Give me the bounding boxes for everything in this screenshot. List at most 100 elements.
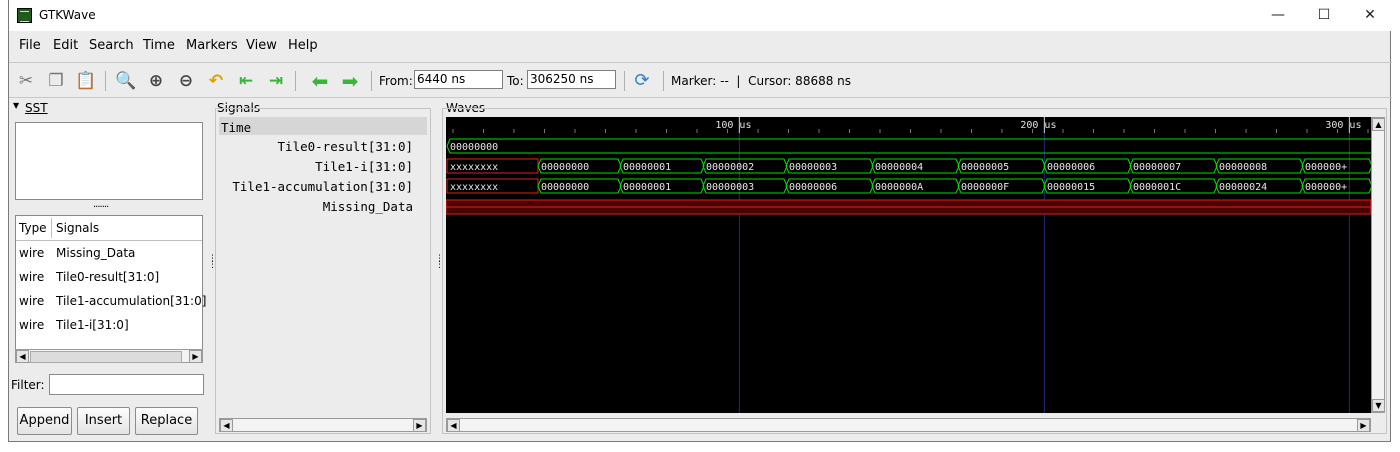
replace-button[interactable]: Replace xyxy=(135,407,198,435)
bus-waveform xyxy=(446,138,1371,154)
marker-cursor-status: Marker: -- | Cursor: 88688 ns xyxy=(671,74,852,88)
sst-label: SST xyxy=(25,101,48,115)
waveform-svg[interactable]: 100 us 200 us 300 us 00000000 xxxxxxxx 000000… xyxy=(446,117,1371,413)
bus-value-label: 00000001 xyxy=(623,182,671,193)
app-icon xyxy=(17,8,32,23)
maximize-button[interactable]: ☐ xyxy=(1301,0,1347,31)
reload-icon[interactable]: ⟳ xyxy=(631,70,653,92)
menu-file[interactable]: File xyxy=(19,38,41,53)
bus-value-label: 00000015 xyxy=(1047,182,1095,193)
scroll-right-icon[interactable]: ▶ xyxy=(189,350,202,363)
sst-signal-table: Type Signals wire Missing_Data wire Tile… xyxy=(15,215,206,350)
toolbar-separator xyxy=(371,71,372,91)
pane-grip[interactable]: ....... xyxy=(93,199,109,210)
close-button[interactable]: ✕ xyxy=(1347,0,1393,31)
bus-value-label: 000000+ xyxy=(1305,182,1347,193)
toolbar-separator xyxy=(295,71,296,91)
cut-icon[interactable]: ✂ xyxy=(15,70,37,92)
scroll-left-icon[interactable]: ◀ xyxy=(16,350,29,363)
scroll-right-icon[interactable]: ▶ xyxy=(413,419,426,432)
filter-input[interactable] xyxy=(49,374,204,395)
toolbar-separator xyxy=(105,71,106,91)
zoom-out-icon[interactable]: ⊖ xyxy=(175,70,197,92)
to-input[interactable]: 306250 ns xyxy=(527,70,616,89)
window-title: GTKWave xyxy=(39,8,96,22)
bus-value-label: 0000000F xyxy=(961,182,1009,193)
paste-icon[interactable]: 📋 xyxy=(75,70,97,92)
bus-value-label: 00000005 xyxy=(961,162,1009,173)
time-header: Time xyxy=(221,120,252,135)
minimize-button[interactable]: — xyxy=(1255,0,1301,31)
to-label: To: xyxy=(507,74,524,88)
zoom-in-icon[interactable]: ⊕ xyxy=(145,70,167,92)
ruler-tick-label: 200 us xyxy=(1020,120,1056,131)
sst-tree[interactable] xyxy=(15,122,203,200)
table-row[interactable]: wire xyxy=(19,318,44,332)
table-row[interactable]: Tile1-accumulation[31:0] xyxy=(56,294,206,308)
bus-value-label: 00000006 xyxy=(1047,162,1095,173)
table-row[interactable]: Tile0-result[31:0] xyxy=(56,270,159,284)
bus-value-label: 00000024 xyxy=(1219,182,1267,193)
type-column-header[interactable]: Type xyxy=(19,221,47,235)
menu-bar: File Edit Search Time Markers View Help xyxy=(9,34,1392,56)
bus-value-label: 00000000 xyxy=(541,162,589,173)
zoom-to-start-icon[interactable]: ⇤ xyxy=(235,70,257,92)
signal-row[interactable]: Tile1-accumulation[31:0] xyxy=(232,179,413,194)
menu-help[interactable]: Help xyxy=(288,38,318,53)
title-bar: GTKWave — ☐ ✕ xyxy=(9,0,1392,31)
table-row[interactable]: Missing_Data xyxy=(56,246,135,260)
scroll-up-icon[interactable]: ▲ xyxy=(1372,118,1385,131)
left-arrow-icon[interactable]: ⬅ xyxy=(309,70,331,92)
table-row[interactable]: wire xyxy=(19,246,44,260)
table-row[interactable]: Tile1-i[31:0] xyxy=(56,318,129,332)
bus-value-label: 0000001C xyxy=(1133,182,1181,193)
bus-value-label: 000000+ xyxy=(1305,162,1347,173)
menu-search[interactable]: Search xyxy=(89,38,134,53)
from-input[interactable]: 6440 ns xyxy=(414,70,503,89)
waves-horizontal-scrollbar[interactable]: ◀ ▶ xyxy=(446,418,1371,432)
insert-button[interactable]: Insert xyxy=(77,407,130,435)
bus-value-label: xxxxxxxx xyxy=(450,182,498,193)
bus-value-label: 00000004 xyxy=(875,162,923,173)
bus-value-label: 00000000 xyxy=(541,182,589,193)
menu-markers[interactable]: Markers xyxy=(186,38,238,53)
bus-value-label: 00000001 xyxy=(623,162,671,173)
table-header: Type Signals xyxy=(16,216,202,241)
scroll-down-icon[interactable]: ▼ xyxy=(1372,399,1385,412)
pane-grip[interactable]: ⋮ ⋮ xyxy=(435,255,444,270)
append-button[interactable]: Append xyxy=(17,407,72,435)
bus-value-label: 00000007 xyxy=(1133,162,1181,173)
scroll-left-icon[interactable]: ◀ xyxy=(220,419,233,432)
scroll-left-icon[interactable]: ◀ xyxy=(447,419,460,432)
menu-edit[interactable]: Edit xyxy=(53,38,78,53)
time-header-row: Time xyxy=(219,117,427,135)
menu-time[interactable]: Time xyxy=(143,38,175,53)
toolbar-separator xyxy=(624,71,625,91)
ruler-tick-label: 300 us xyxy=(1325,120,1361,131)
pane-grip[interactable]: ⋮ ⋮ xyxy=(208,255,217,270)
copy-icon[interactable]: ❐ xyxy=(45,70,67,92)
signal-row[interactable]: Missing_Data xyxy=(323,199,413,214)
undo-zoom-icon[interactable]: ↶ xyxy=(205,70,227,92)
bus-value-label: 00000002 xyxy=(706,162,754,173)
bus-value-label: xxxxxxxx xyxy=(450,162,498,173)
waves-vertical-scrollbar[interactable]: ▲ ▼ xyxy=(1371,117,1385,413)
waveform-canvas[interactable]: 100 us 200 us 300 us 00000000 xxxxxxxx 000000… xyxy=(446,117,1371,413)
scroll-right-icon[interactable]: ▶ xyxy=(1357,419,1370,432)
bus-value-label: 00000003 xyxy=(789,162,837,173)
sst-expander-icon[interactable]: ▼ xyxy=(13,101,19,110)
table-row[interactable]: wire xyxy=(19,270,44,284)
signals-horizontal-scrollbar[interactable]: ◀ ▶ xyxy=(219,418,427,432)
toolbar: ✂ ❐ 📋 🔍 ⊕ ⊖ ↶ ⇤ ⇥ ⬅ ➡ From: 6440 ns To: … xyxy=(9,62,1392,98)
table-row[interactable]: wire xyxy=(19,294,44,308)
signals-column-header[interactable]: Signals xyxy=(56,221,99,235)
zoom-to-end-icon[interactable]: ⇥ xyxy=(265,70,287,92)
sst-horizontal-scrollbar[interactable]: ◀ ▶ xyxy=(15,349,203,363)
bus-value-label: 00000003 xyxy=(706,182,754,193)
right-arrow-icon[interactable]: ➡ xyxy=(339,70,361,92)
signal-row[interactable]: Tile0-result[31:0] xyxy=(278,139,413,154)
bus-value-label: 00000008 xyxy=(1219,162,1267,173)
menu-view[interactable]: View xyxy=(246,38,277,53)
signal-row[interactable]: Tile1-i[31:0] xyxy=(315,159,413,174)
zoom-fit-icon[interactable]: 🔍 xyxy=(115,70,137,92)
